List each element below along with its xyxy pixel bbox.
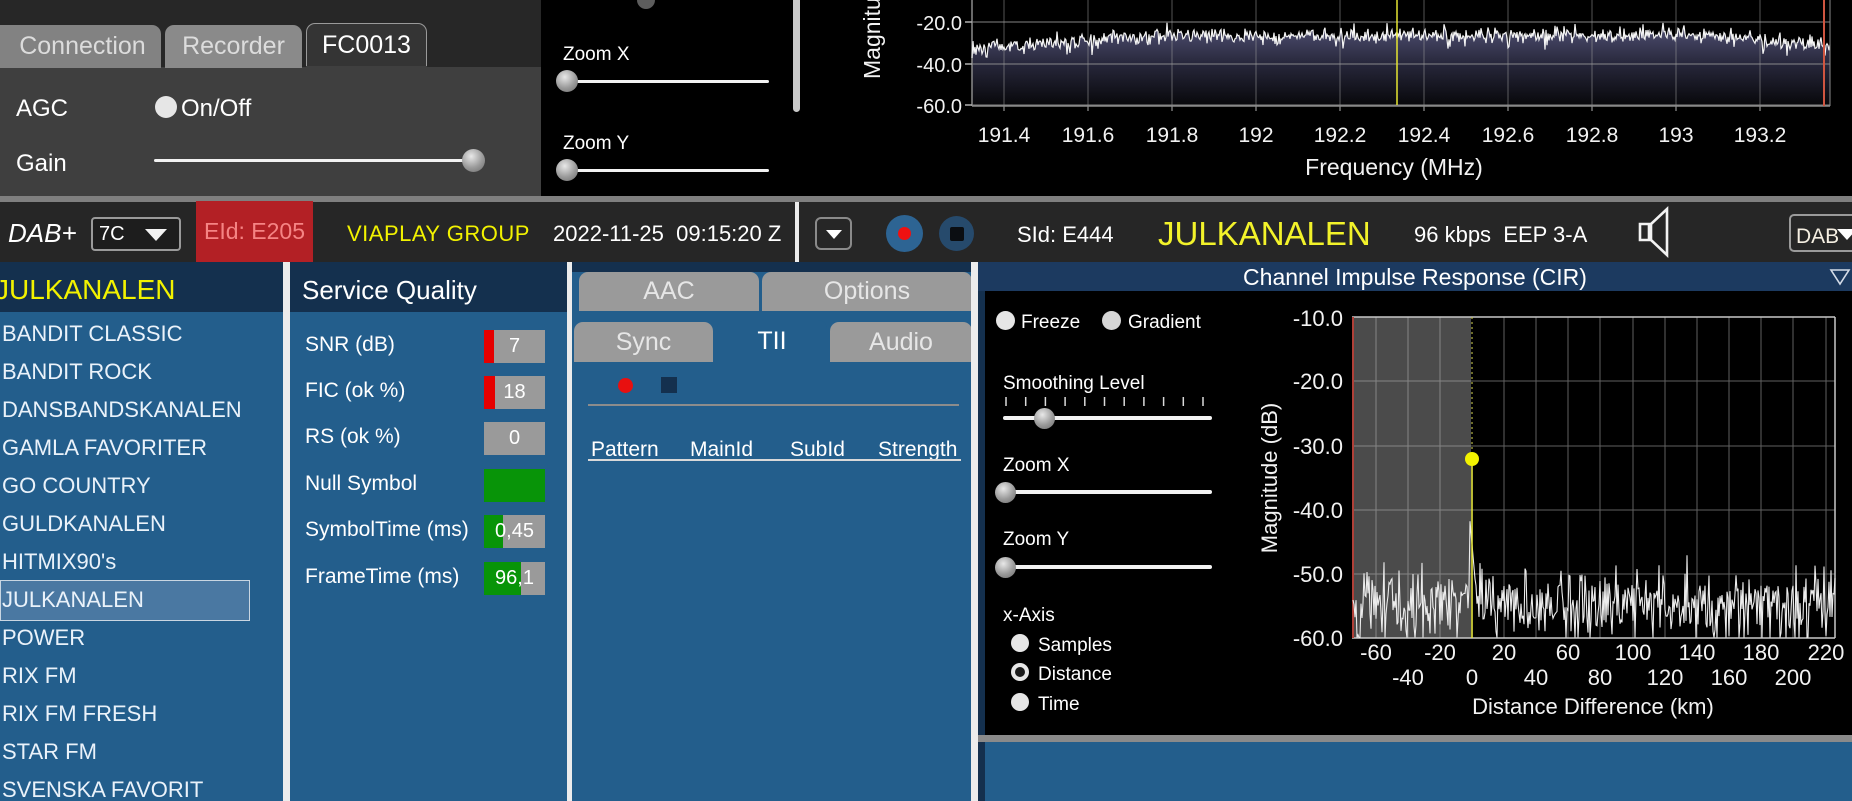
svg-text:120: 120	[1647, 665, 1684, 690]
svg-text:-60.0: -60.0	[916, 96, 962, 118]
svg-text:-60: -60	[1360, 640, 1392, 665]
svg-text:40: 40	[1524, 665, 1548, 690]
svg-text:Distance Difference (km): Distance Difference (km)	[1472, 694, 1714, 719]
svg-text:-40.0: -40.0	[1293, 498, 1343, 523]
svg-text:Magnitude (dB): Magnitude (dB)	[859, 0, 885, 79]
svg-text:192: 192	[1238, 124, 1273, 147]
svg-text:191.6: 191.6	[1062, 124, 1115, 147]
svg-text:192.6: 192.6	[1482, 124, 1535, 147]
svg-text:192.2: 192.2	[1314, 124, 1367, 147]
svg-text:-40.0: -40.0	[916, 55, 962, 77]
svg-text:Magnitude (dB): Magnitude (dB)	[1257, 403, 1282, 553]
svg-text:191.8: 191.8	[1146, 124, 1199, 147]
svg-text:220: 220	[1808, 640, 1845, 665]
svg-text:-20: -20	[1424, 640, 1456, 665]
svg-text:193: 193	[1658, 124, 1693, 147]
svg-text:-30.0: -30.0	[1293, 434, 1343, 459]
svg-text:-10.0: -10.0	[1293, 306, 1343, 331]
svg-text:193.2: 193.2	[1734, 124, 1787, 147]
svg-text:192.4: 192.4	[1398, 124, 1451, 147]
svg-text:-20.0: -20.0	[1293, 369, 1343, 394]
svg-text:191.4: 191.4	[978, 124, 1031, 147]
svg-text:200: 200	[1775, 665, 1812, 690]
svg-text:-50.0: -50.0	[1293, 562, 1343, 587]
svg-text:100: 100	[1615, 640, 1652, 665]
svg-text:-40: -40	[1392, 665, 1424, 690]
svg-text:192.8: 192.8	[1566, 124, 1619, 147]
svg-text:-20.0: -20.0	[916, 13, 962, 35]
svg-text:0: 0	[1466, 665, 1478, 690]
svg-text:20: 20	[1492, 640, 1516, 665]
svg-text:160: 160	[1711, 665, 1748, 690]
svg-text:180: 180	[1743, 640, 1780, 665]
svg-text:60: 60	[1556, 640, 1580, 665]
svg-text:-60.0: -60.0	[1293, 626, 1343, 651]
svg-text:Frequency (MHz): Frequency (MHz)	[1305, 154, 1483, 180]
svg-text:80: 80	[1588, 665, 1612, 690]
svg-text:140: 140	[1679, 640, 1716, 665]
